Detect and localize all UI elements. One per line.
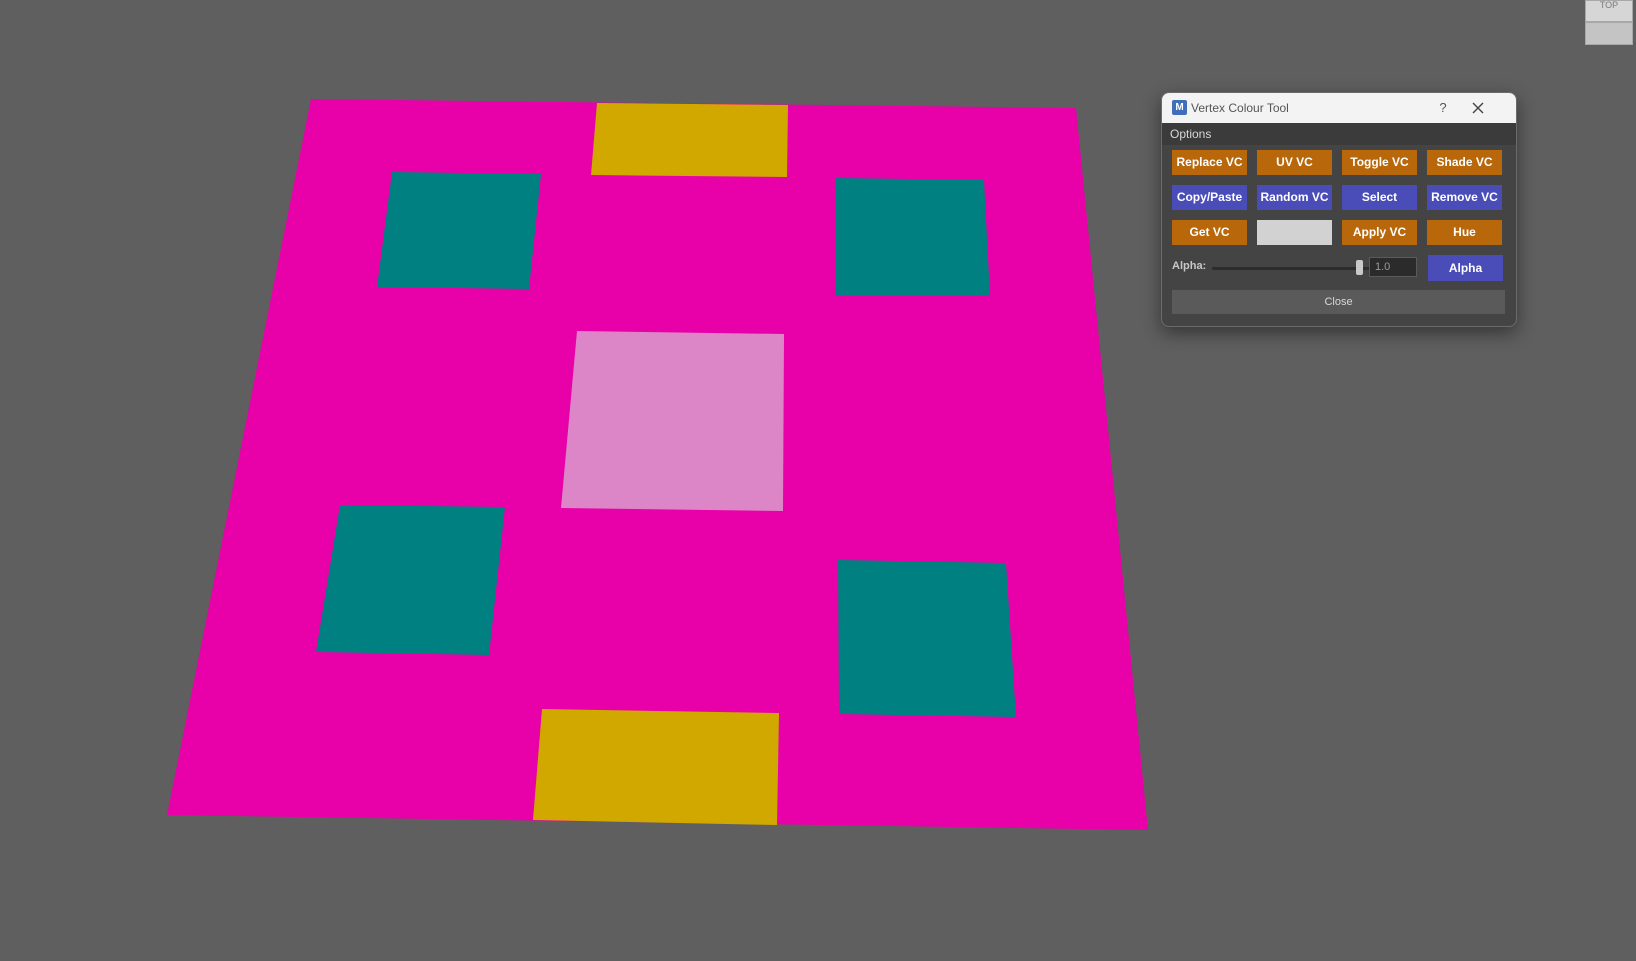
alpha-value-field[interactable]: 1.0 — [1369, 257, 1417, 277]
vertex-colour-tool-dialog: M Vertex Colour Tool ? Options Replace V… — [1161, 92, 1517, 327]
teal-patch-bottom-right[interactable] — [838, 560, 1016, 717]
help-button[interactable]: ? — [1433, 98, 1453, 118]
alpha-slider[interactable] — [1212, 267, 1372, 270]
colour-swatch[interactable] — [1257, 220, 1332, 245]
get-vc-button[interactable]: Get VC — [1172, 220, 1247, 245]
close-button[interactable]: Close — [1172, 290, 1505, 314]
toggle-vc-button[interactable]: Toggle VC — [1342, 150, 1417, 175]
teal-patch-top-right[interactable] — [835, 178, 990, 296]
apply-vc-button[interactable]: Apply VC — [1342, 220, 1417, 245]
gold-patch-bottom[interactable] — [533, 709, 779, 825]
random-vc-button[interactable]: Random VC — [1257, 185, 1332, 210]
remove-vc-button[interactable]: Remove VC — [1427, 185, 1502, 210]
alpha-button[interactable]: Alpha — [1428, 255, 1503, 281]
alpha-label: Alpha: — [1172, 260, 1207, 272]
uv-vc-button[interactable]: UV VC — [1257, 150, 1332, 175]
light-pink-patch-center[interactable] — [561, 331, 784, 511]
dialog-menubar: Options — [1162, 123, 1516, 145]
hue-button[interactable]: Hue — [1427, 220, 1502, 245]
alpha-slider-handle[interactable] — [1356, 260, 1363, 275]
teal-patch-top-left[interactable] — [377, 172, 541, 289]
dialog-titlebar[interactable]: M Vertex Colour Tool ? — [1162, 93, 1516, 123]
close-icon[interactable] — [1468, 98, 1488, 118]
teal-patch-bottom-left[interactable] — [316, 505, 505, 655]
view-cube[interactable]: TOP — [1582, 0, 1636, 46]
shade-vc-button[interactable]: Shade VC — [1427, 150, 1502, 175]
replace-vc-button[interactable]: Replace VC — [1172, 150, 1247, 175]
copy-paste-button[interactable]: Copy/Paste — [1172, 185, 1247, 210]
menu-options[interactable]: Options — [1170, 127, 1211, 141]
select-button[interactable]: Select — [1342, 185, 1417, 210]
gold-patch-top[interactable] — [591, 103, 788, 177]
view-cube-front-face[interactable] — [1585, 22, 1633, 45]
view-cube-top-face[interactable]: TOP — [1585, 0, 1633, 22]
dialog-title: Vertex Colour Tool — [1191, 101, 1289, 115]
maya-app-icon: M — [1172, 100, 1187, 115]
